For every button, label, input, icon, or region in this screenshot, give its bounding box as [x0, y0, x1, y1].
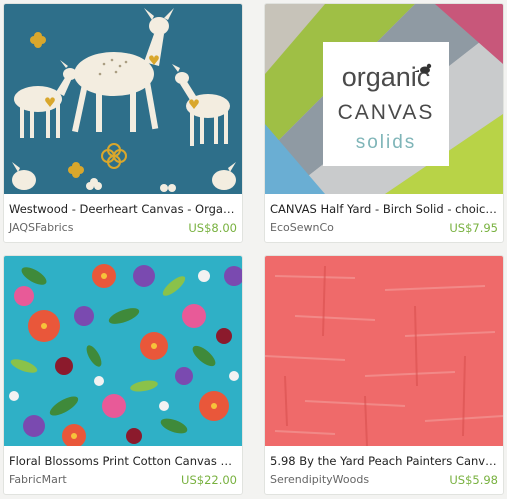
listing-price: US$8.00 [188, 221, 237, 235]
shop-name[interactable]: SerendipityWoods [270, 473, 369, 486]
shop-name[interactable]: EcoSewnCo [270, 221, 334, 234]
listing-price: US$7.95 [449, 221, 498, 235]
deer-fabric-pattern [4, 4, 242, 194]
shop-name[interactable]: JAQSFabrics [9, 221, 73, 234]
image-text-canvas: CANVAS [338, 101, 435, 124]
listing-card-westwood[interactable]: Westwood - Deerheart Canvas - Organic Co… [3, 3, 243, 243]
listing-image-deer-fabric[interactable] [4, 4, 242, 194]
listing-title[interactable]: Westwood - Deerheart Canvas - Organic Co… [9, 202, 237, 216]
listing-title[interactable]: Floral Blossoms Print Cotton Canvas Fabr… [9, 454, 237, 468]
listing-card-canvas-half-yard[interactable]: organic CANVAS solids CANVAS Half Yard -… [264, 3, 504, 243]
shop-name[interactable]: FabricMart [9, 473, 67, 486]
peach-brush-pattern [265, 256, 503, 446]
listing-image-canvas-solids[interactable]: organic CANVAS solids [265, 4, 503, 194]
listing-image-peach-fabric[interactable] [265, 256, 503, 446]
listing-price: US$5.98 [449, 473, 498, 487]
listing-card-peach-canvas[interactable]: 5.98 By the Yard Peach Painters Canvas F… [264, 255, 504, 495]
listing-price: US$22.00 [181, 473, 237, 487]
image-text-organic: organic [342, 62, 431, 92]
canvas-folds-photo: organic CANVAS solids [265, 4, 503, 194]
image-text-solids: solids [356, 132, 417, 153]
listing-image-floral-fabric[interactable] [4, 256, 242, 446]
floral-fabric-pattern [4, 256, 242, 446]
listing-title[interactable]: 5.98 By the Yard Peach Painters Canvas F… [270, 454, 498, 468]
listing-title[interactable]: CANVAS Half Yard - Birch Solid - choice … [270, 202, 498, 216]
listing-card-floral-blossoms[interactable]: Floral Blossoms Print Cotton Canvas Fabr… [3, 255, 243, 495]
